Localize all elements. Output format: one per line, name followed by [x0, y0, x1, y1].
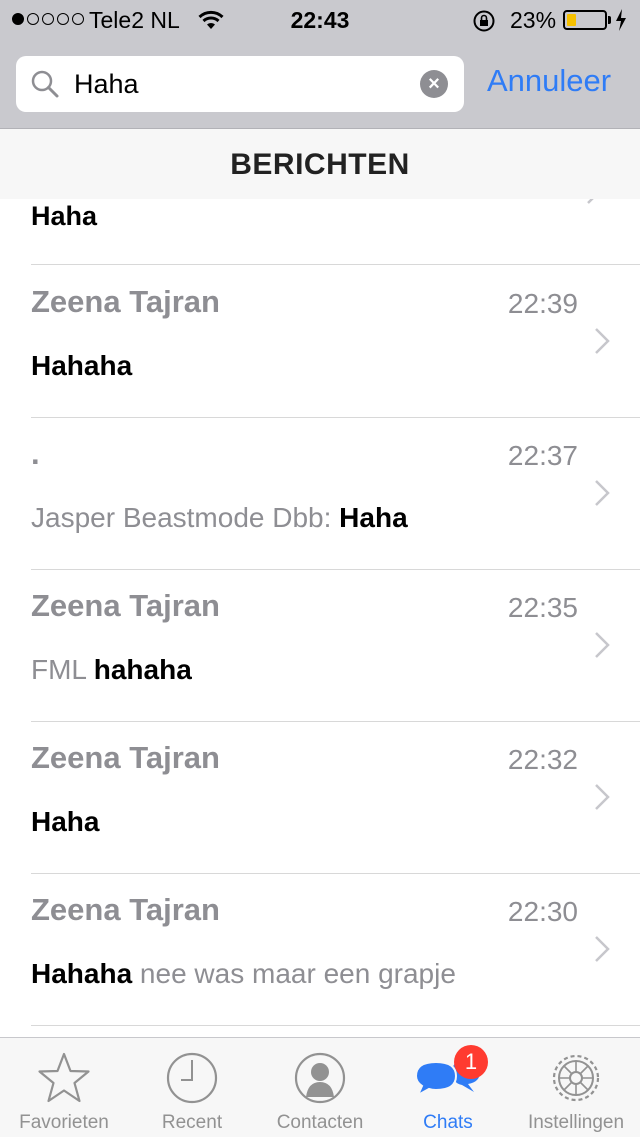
chat-name: Zeena Tajran [31, 892, 220, 927]
chevron-right-icon [594, 935, 610, 968]
list-item[interactable]: . 22:37 Jasper Beastmode Dbb: Haha [31, 418, 640, 570]
message-match: Haha [339, 502, 408, 533]
search-results-list[interactable]: Haha Zeena Tajran 22:39 Hahaha . 22:37 J… [0, 199, 640, 1037]
tab-label: Instellingen [527, 1112, 625, 1133]
tab-bar: Favorieten Recent Contacten 1 Chats Inst… [0, 1037, 640, 1137]
tab-label: Recent [161, 1112, 223, 1133]
contact-icon [256, 1050, 384, 1106]
message-time: 22:39 [507, 288, 578, 319]
chat-name: Zeena Tajran [31, 740, 220, 775]
star-icon [0, 1050, 128, 1106]
top-bar: Tele2 NL 22:43 23% Haha × Annuleer [0, 0, 640, 129]
message-match: hahaha [93, 654, 192, 685]
chat-name: Zeena Tajran [31, 588, 220, 623]
battery-percentage: 23% [510, 7, 557, 33]
message-time: 22:30 [507, 896, 578, 927]
search-field[interactable]: × [16, 56, 464, 112]
tab-label: Favorieten [19, 1112, 109, 1133]
message-match: Hahaha [31, 958, 133, 989]
message-suffix: nee was maar een grapje [132, 958, 456, 989]
message-prefix: Jasper Beastmode Dbb: [31, 502, 340, 533]
list-item[interactable]: Zeena Tajran 22:35 FML hahaha [31, 570, 640, 722]
rotation-lock-icon [472, 9, 496, 39]
message-preview: FML hahaha [31, 654, 192, 686]
chevron-right-icon [594, 783, 610, 816]
chevron-right-icon [586, 199, 602, 210]
unread-badge: 1 [454, 1045, 488, 1079]
tab-contacten[interactable]: Contacten [256, 1038, 384, 1137]
message-preview: Haha [31, 806, 99, 838]
tab-chats[interactable]: 1 Chats [384, 1038, 512, 1137]
search-icon [30, 69, 60, 104]
tab-favorieten[interactable]: Favorieten [0, 1038, 128, 1137]
tab-recent[interactable]: Recent [128, 1038, 256, 1137]
status-bar: Tele2 NL 22:43 23% [0, 0, 640, 40]
chat-name: . [31, 436, 40, 471]
message-preview: Jasper Beastmode Dbb: Haha [31, 502, 408, 534]
message-prefix: FML [31, 654, 94, 685]
search-input[interactable] [74, 64, 414, 104]
tab-instellingen[interactable]: Instellingen [512, 1038, 640, 1137]
chevron-right-icon [594, 327, 610, 360]
chat-name: Zeena Tajran [31, 284, 220, 319]
tab-label: Contacten [276, 1112, 364, 1133]
gear-icon [512, 1050, 640, 1106]
section-header: BERICHTEN [0, 129, 640, 199]
message-time: 22:37 [507, 440, 578, 471]
charging-bolt-icon [614, 8, 628, 38]
list-item[interactable]: Zeena Tajran 22:30 Hahaha nee was maar e… [31, 874, 640, 1026]
clock-icon [128, 1050, 256, 1106]
message-match: Haha [31, 806, 100, 837]
message-time: 22:32 [507, 744, 578, 775]
list-item[interactable]: Zeena Tajran 22:32 Haha [31, 722, 640, 874]
chevron-right-icon [594, 479, 610, 512]
cancel-button[interactable]: Annuleer [487, 63, 611, 99]
chat-bubbles-icon [384, 1050, 512, 1106]
message-preview: Hahaha [31, 350, 132, 382]
list-item[interactable]: Haha [31, 199, 640, 265]
tab-label: Chats [423, 1112, 473, 1133]
message-preview: Hahaha nee was maar een grapje [31, 958, 456, 990]
list-item[interactable]: Zeena Tajran 22:39 Hahaha [31, 266, 640, 418]
message-time: 22:35 [507, 592, 578, 623]
chevron-right-icon [594, 631, 610, 664]
battery-icon [563, 10, 611, 30]
clear-search-icon[interactable]: × [420, 70, 448, 98]
message-preview: Haha [31, 201, 98, 231]
message-match: Hahaha [31, 350, 133, 381]
